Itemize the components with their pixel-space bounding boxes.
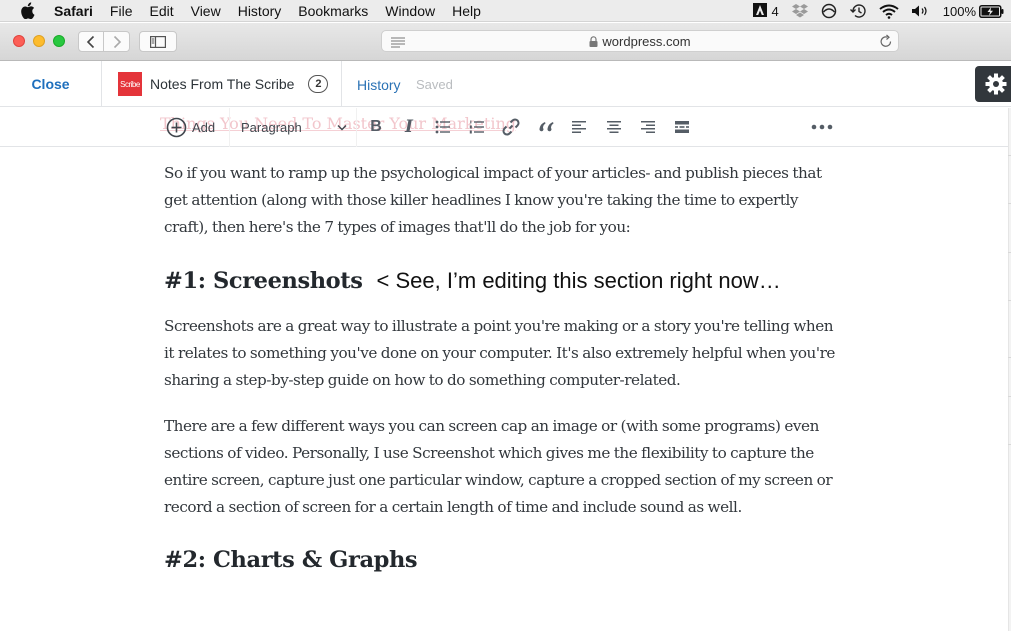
bulleted-list-button[interactable] bbox=[432, 116, 454, 138]
settings-button[interactable] bbox=[975, 66, 1011, 102]
post-content[interactable]: So if you want to ramp up the psychologi… bbox=[164, 160, 844, 575]
site-switcher[interactable]: Scribe Notes From The Scribe 2 bbox=[102, 61, 342, 107]
bulleted-list-icon bbox=[432, 116, 454, 138]
align-left-icon bbox=[568, 116, 590, 138]
window-close-button[interactable] bbox=[13, 35, 25, 47]
heading-block[interactable]: #2: Charts & Graphs bbox=[164, 545, 844, 575]
sync-icon[interactable] bbox=[821, 3, 837, 19]
chevron-down-icon bbox=[337, 124, 347, 130]
reader-view-icon[interactable] bbox=[390, 36, 406, 51]
time-machine-icon[interactable] bbox=[849, 3, 867, 19]
editor-header: Close Scribe Notes From The Scribe 2 His… bbox=[0, 61, 1011, 107]
numbered-list-icon bbox=[466, 116, 488, 138]
plus-circle-icon bbox=[166, 117, 187, 137]
quote-icon bbox=[535, 116, 557, 138]
heading-block[interactable]: #1: Screenshots < See, I’m editing this s… bbox=[164, 266, 844, 296]
add-block-label: Add bbox=[192, 119, 216, 135]
block-type-select[interactable]: Paragraph bbox=[241, 116, 347, 138]
menu-edit[interactable]: Edit bbox=[149, 3, 173, 19]
sidebar-icon bbox=[150, 35, 166, 48]
reload-icon[interactable] bbox=[879, 34, 893, 52]
battery-percent: 100% bbox=[942, 3, 976, 19]
bold-button[interactable]: B bbox=[365, 116, 387, 138]
italic-icon: I bbox=[405, 117, 413, 137]
menu-bar-status-area: 4 100% bbox=[741, 0, 1005, 22]
bold-icon: B bbox=[370, 118, 382, 135]
paragraph-block[interactable]: There are a few different ways you can s… bbox=[164, 413, 844, 521]
history-button[interactable]: History bbox=[357, 77, 401, 93]
more-block-icon bbox=[671, 116, 693, 138]
link-button[interactable] bbox=[500, 116, 522, 138]
block-type-label: Paragraph bbox=[241, 119, 302, 135]
battery-status[interactable]: 100% bbox=[943, 4, 1005, 19]
back-button[interactable] bbox=[78, 31, 104, 52]
menu-view[interactable]: View bbox=[191, 3, 221, 19]
close-editor-button[interactable]: Close bbox=[0, 61, 102, 107]
save-status: Saved bbox=[416, 77, 453, 92]
navigation-buttons bbox=[78, 31, 130, 52]
toolbar-divider bbox=[229, 108, 230, 147]
paragraph-block[interactable]: Screenshots are a great way to illustrat… bbox=[164, 313, 844, 394]
notification-count-badge: 2 bbox=[308, 75, 329, 93]
chevron-left-icon bbox=[86, 35, 95, 48]
align-left-button[interactable] bbox=[568, 116, 590, 138]
apple-menu-icon[interactable] bbox=[20, 2, 38, 19]
adobe-icon bbox=[752, 2, 767, 20]
safari-toolbar: wordpress.com bbox=[0, 23, 1011, 61]
paragraph-block[interactable]: So if you want to ramp up the psychologi… bbox=[164, 160, 844, 241]
gear-icon bbox=[985, 73, 1007, 95]
italic-button[interactable]: I bbox=[398, 116, 420, 138]
align-right-icon bbox=[637, 116, 659, 138]
adobe-status[interactable]: 4 bbox=[752, 2, 779, 20]
dropbox-icon[interactable] bbox=[791, 3, 809, 19]
window-zoom-button[interactable] bbox=[53, 35, 65, 47]
quote-button[interactable] bbox=[535, 116, 557, 138]
annotation-text: < See, I’m editing this section right no… bbox=[376, 268, 781, 293]
window-minimize-button[interactable] bbox=[33, 35, 45, 47]
lock-icon bbox=[589, 35, 598, 47]
align-right-button[interactable] bbox=[637, 116, 659, 138]
toolbar-divider bbox=[356, 108, 357, 147]
menu-app-safari[interactable]: Safari bbox=[54, 3, 93, 19]
heading-text: #1: Screenshots bbox=[164, 268, 363, 294]
numbered-list-button[interactable] bbox=[466, 116, 488, 138]
wifi-icon[interactable] bbox=[879, 4, 899, 19]
menu-file[interactable]: File bbox=[110, 3, 133, 19]
battery-charging-icon bbox=[979, 4, 1005, 18]
chevron-right-icon bbox=[113, 35, 121, 48]
align-center-icon bbox=[603, 116, 625, 138]
site-logo: Scribe bbox=[118, 72, 142, 96]
site-name: Notes From The Scribe bbox=[150, 76, 295, 92]
url-text: wordpress.com bbox=[602, 33, 691, 49]
read-more-button[interactable] bbox=[671, 116, 693, 138]
macos-menu-bar: Safari File Edit View History Bookmarks … bbox=[0, 0, 1011, 22]
add-block-button[interactable]: Add bbox=[166, 116, 215, 138]
menu-bookmarks[interactable]: Bookmarks bbox=[298, 3, 368, 19]
forward-button[interactable] bbox=[104, 31, 130, 52]
menu-help[interactable]: Help bbox=[452, 3, 481, 19]
align-center-button[interactable] bbox=[603, 116, 625, 138]
link-icon bbox=[500, 116, 522, 138]
block-toolbar: Things You Need To Master Your Marketing… bbox=[0, 108, 1008, 147]
menu-history[interactable]: History bbox=[238, 3, 282, 19]
more-horizontal-icon bbox=[811, 116, 833, 138]
menu-window[interactable]: Window bbox=[385, 3, 435, 19]
address-bar[interactable]: wordpress.com bbox=[381, 30, 899, 52]
sidebar-toggle-button[interactable] bbox=[139, 31, 177, 52]
adobe-count: 4 bbox=[771, 3, 779, 19]
more-options-button[interactable] bbox=[811, 116, 833, 138]
volume-icon[interactable] bbox=[911, 4, 931, 18]
